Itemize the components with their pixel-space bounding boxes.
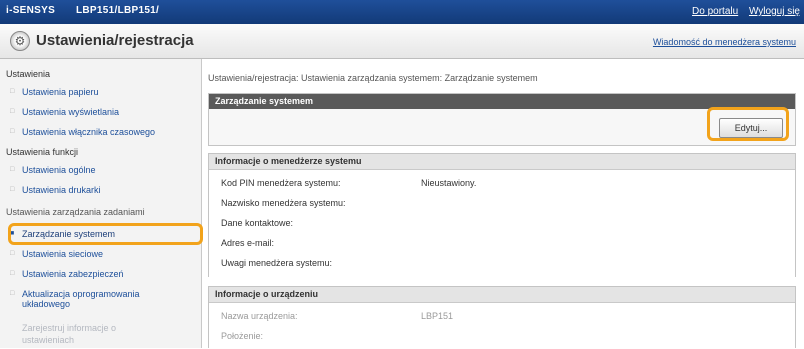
main-content: Ustawienia/rejestracja: Ustawienia zarzą… [208,59,804,349]
comment-label: Uwagi menedżera systemu: [221,258,333,268]
sidebar-item-register-line2: ustawieniach [22,335,75,345]
title-bar: ⚙ Ustawienia/rejestracja Wiadomość do me… [0,24,804,59]
email-label: Adres e-mail: [221,238,275,248]
sidebar-item-firmware-line1: Aktualizacja oprogramowania [22,289,140,299]
name-label: Nazwisko menedżera systemu: [221,198,346,208]
pin-label: Kod PIN menedżera systemu: [221,178,341,188]
sidebar-item-general[interactable]: Ustawienia ogólne [10,165,95,175]
panel-device-info-body: Nazwa urządzenia: LBP151 Położenie: [209,303,795,349]
sidebar-item-display[interactable]: Ustawienia wyświetlania [10,107,119,117]
highlight-frame-edit [707,107,789,141]
logout-link[interactable]: Wyloguj się [749,6,800,17]
sidebar-section-management: Ustawienia zarządzania zadaniami [6,207,145,217]
pin-value: Nieustawiony. [421,178,477,188]
sidebar-item-timer[interactable]: Ustawienia włącznika czasowego [10,127,155,137]
brand-logo: i-SENSYS [6,5,56,16]
row-name: Nazwisko menedżera systemu: [221,198,346,208]
sidebar-section-functions: Ustawienia funkcji [6,147,79,157]
top-bar: i-SENSYS LBP151/LBP151/ Do portalu Wylog… [0,0,804,24]
sidebar-item-security[interactable]: Ustawienia zabezpieczeń [10,269,124,279]
admin-message-link[interactable]: Wiadomość do menedżera systemu [653,37,796,47]
highlight-frame-sidebar [8,223,203,245]
top-links: Do portalu Wyloguj się [684,6,800,17]
location-label: Położenie: [221,331,264,341]
sidebar-section-settings: Ustawienia [6,69,51,79]
panel-system-manager-info-title: Informacje o menedżerze systemu [209,154,795,170]
sidebar-item-firmware-line2: układowego [22,299,71,309]
row-contact: Dane kontaktowe: [221,218,293,228]
portal-link[interactable]: Do portalu [692,6,738,17]
sidebar: Ustawienia Ustawienia papieru Ustawienia… [0,59,202,348]
panel-device-info: Informacje o urządzeniu Nazwa urządzenia… [208,286,796,349]
settings-gear-icon: ⚙ [10,31,30,51]
page-title: Ustawienia/rejestracja [36,32,194,49]
panel-system-management-title: Zarządzanie systemem [209,94,795,109]
sidebar-item-printer[interactable]: Ustawienia drukarki [10,185,100,195]
row-pin: Kod PIN menedżera systemu: Nieustawiony. [221,178,476,188]
row-location: Położenie: [221,331,263,341]
sidebar-item-register-line1: Zarejestruj informacje o [22,323,117,333]
row-email: Adres e-mail: [221,238,274,248]
device-name-label: Nazwa urządzenia: [221,311,298,321]
row-comment: Uwagi menedżera systemu: [221,258,332,268]
panel-device-info-title: Informacje o urządzeniu [209,287,795,303]
device-name-value: LBP151 [421,311,454,321]
breadcrumb: Ustawienia/rejestracja: Ustawienia zarzą… [208,73,538,83]
sidebar-item-register[interactable]: Zarejestruj informacje o ustawieniach [22,322,116,346]
panel-system-manager-info: Informacje o menedżerze systemu Kod PIN … [208,153,796,278]
panel-system-manager-info-body: Kod PIN menedżera systemu: Nieustawiony.… [209,170,795,278]
sidebar-item-paper[interactable]: Ustawienia papieru [10,87,98,97]
sidebar-item-firmware[interactable]: Aktualizacja oprogramowania układowego [10,289,140,309]
row-device-name: Nazwa urządzenia: LBP151 [221,311,453,321]
model-name: LBP151/LBP151/ [76,5,160,16]
sidebar-item-network[interactable]: Ustawienia sieciowe [10,249,103,259]
contact-label: Dane kontaktowe: [221,218,294,228]
